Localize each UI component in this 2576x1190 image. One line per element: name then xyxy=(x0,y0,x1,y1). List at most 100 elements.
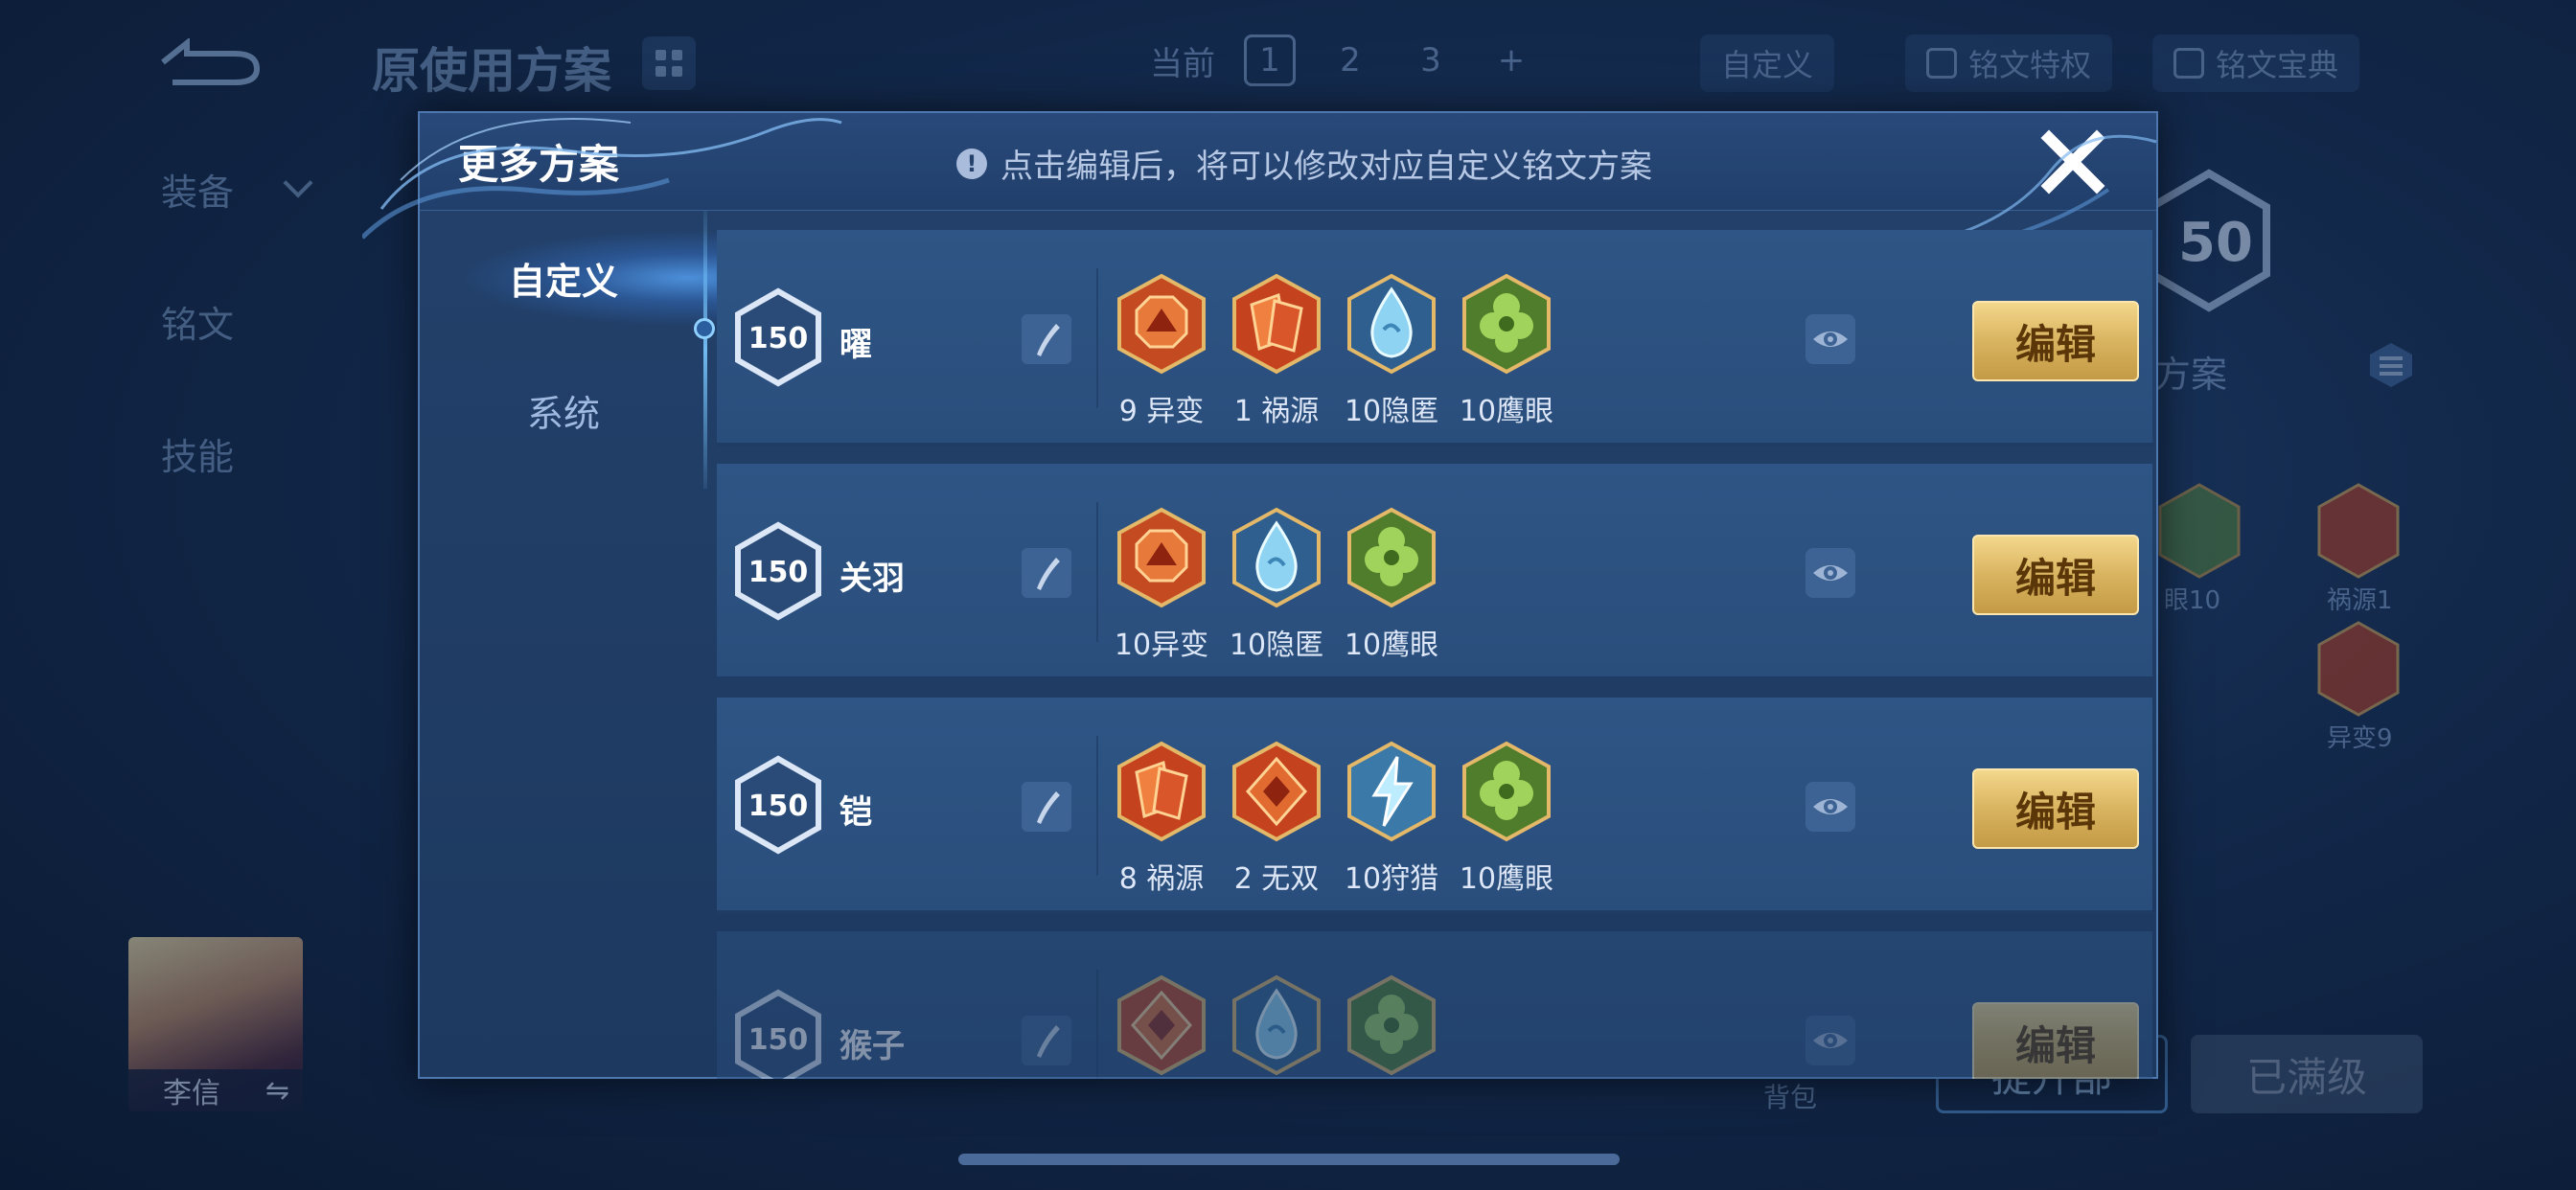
plan-name: 曜 xyxy=(840,326,872,364)
maxed-button: 已满级 xyxy=(2191,1035,2423,1113)
info-icon: ! xyxy=(956,148,987,179)
gem-label: 10隐匿 xyxy=(1229,629,1324,662)
row-divider xyxy=(1096,268,1098,408)
level-hex-icon: 150 xyxy=(735,287,821,387)
inscription-gem[interactable]: 10鹰眼 xyxy=(1460,740,1553,897)
gem-label: 1 祸源 xyxy=(1233,395,1320,428)
plan-name: 猴子 xyxy=(840,1027,905,1065)
inscription-gem[interactable]: 9 异变 xyxy=(1116,272,1208,429)
grid-icon[interactable] xyxy=(642,36,696,90)
menu-equipment[interactable]: 装备 xyxy=(161,163,234,216)
plan-name: 铠 xyxy=(840,793,872,832)
eye-icon[interactable] xyxy=(1806,314,1855,364)
gem-label: 10异变 xyxy=(1114,629,1209,662)
plan-row: 150 关羽 10异变 10隐匿 10鹰眼 编辑 xyxy=(717,464,2152,680)
inscription-gem[interactable] xyxy=(1346,973,1438,1079)
plan-row: 150 猴子 编辑 xyxy=(717,931,2152,1079)
tab-1[interactable]: 1 xyxy=(1244,34,1296,86)
bag-label[interactable]: 背包 xyxy=(1763,1077,1817,1115)
rename-pencil-icon[interactable] xyxy=(1022,548,1071,598)
bg-gem-label-3: 异变9 xyxy=(2327,724,2393,753)
tab-2[interactable]: 2 xyxy=(1324,41,1376,80)
inscription-gem[interactable]: 10鹰眼 xyxy=(1345,506,1438,663)
edit-button[interactable]: 编辑 xyxy=(1972,301,2139,381)
level-hex-icon: 150 xyxy=(735,521,821,621)
privilege-icon xyxy=(1926,48,1957,79)
rename-pencil-icon[interactable] xyxy=(1022,314,1071,364)
blue-drop-gem-icon xyxy=(1230,506,1322,613)
rename-pencil-icon[interactable] xyxy=(1022,782,1071,832)
inscription-gem[interactable] xyxy=(1116,973,1208,1079)
hero-name: 李信 xyxy=(163,1077,220,1110)
eye-icon[interactable] xyxy=(1806,782,1855,832)
level-hex-icon: 150 xyxy=(735,989,821,1079)
back-icon[interactable] xyxy=(153,38,264,86)
blue-bolt-gem-icon xyxy=(1346,740,1438,847)
privilege-button[interactable]: 铭文特权 xyxy=(1905,34,2113,92)
red-diamond-gem-icon xyxy=(1230,740,1322,847)
plan-tabs: 当前 1 2 3 + xyxy=(1150,34,1537,86)
modal-header: 更多方案 ! 点击编辑后，将可以修改对应自定义铭文方案 xyxy=(420,113,2156,211)
close-icon[interactable] xyxy=(2037,126,2108,197)
sidebar-item-custom[interactable]: 自定义 xyxy=(420,230,707,326)
sidebar-item-system[interactable]: 系统 xyxy=(420,362,707,458)
gem-group: 9 异变 1 祸源 10隐匿 10鹰眼 xyxy=(1116,272,1553,429)
plan-name: 关羽 xyxy=(840,560,905,598)
privilege-label: 铭文特权 xyxy=(1968,47,2092,83)
inscription-gem[interactable]: 10隐匿 xyxy=(1345,272,1438,429)
gem-group: 10异变 10隐匿 10鹰眼 xyxy=(1114,506,1438,663)
green-clover-gem-icon xyxy=(1346,973,1438,1079)
plan-row: 150 曜 9 异变 1 祸源 10隐匿 10鹰眼 编辑 xyxy=(717,230,2152,446)
bg-green-gem-icon xyxy=(2158,483,2241,579)
inscription-gem[interactable] xyxy=(1230,973,1322,1079)
bg-gem-label-1: 眼10 xyxy=(2164,586,2221,615)
menu-skills[interactable]: 技能 xyxy=(161,427,234,480)
inscription-gem[interactable]: 10鹰眼 xyxy=(1460,272,1553,429)
add-tab-button[interactable]: + xyxy=(1485,41,1537,80)
codex-button[interactable]: 铭文宝典 xyxy=(2152,34,2360,92)
custom-button[interactable]: 自定义 xyxy=(1700,34,1835,92)
hero-bar: 李信 ⇋ xyxy=(128,1069,303,1111)
bg-red-gem-icon xyxy=(2317,621,2400,717)
eye-icon[interactable] xyxy=(1806,548,1855,598)
inscription-gem[interactable]: 8 祸源 xyxy=(1116,740,1208,897)
eye-icon[interactable] xyxy=(1806,1016,1855,1065)
codex-label: 铭文宝典 xyxy=(2216,47,2339,83)
page-title: 原使用方案 xyxy=(372,43,611,99)
level-value: 150 xyxy=(748,322,809,355)
edit-button[interactable]: 编辑 xyxy=(1972,535,2139,615)
menu-inscription[interactable]: 铭文 xyxy=(161,295,234,348)
inscription-gem[interactable]: 2 无双 xyxy=(1230,740,1322,897)
red-octagon-gem-icon xyxy=(1116,506,1208,613)
inscription-gem[interactable]: 10隐匿 xyxy=(1229,506,1324,663)
modal-title: 更多方案 xyxy=(458,141,620,188)
rename-pencil-icon[interactable] xyxy=(1022,1016,1071,1065)
chevron-down-icon xyxy=(283,168,313,198)
level-hex-icon: 50 xyxy=(2148,169,2270,312)
red-diamond-gem-icon xyxy=(1116,973,1208,1079)
hero-avatar[interactable]: 李信 ⇋ xyxy=(128,937,303,1111)
bg-red-gem-icon xyxy=(2317,483,2400,579)
plan-list[interactable]: 150 曜 9 异变 1 祸源 10隐匿 10鹰眼 编辑 150 关羽 10异变… xyxy=(717,230,2152,1079)
right-level: 50 xyxy=(2178,212,2253,274)
home-indicator[interactable] xyxy=(958,1154,1620,1165)
edit-button[interactable]: 编辑 xyxy=(1972,1002,2139,1079)
list-icon[interactable] xyxy=(2367,341,2415,389)
tab-3[interactable]: 3 xyxy=(1405,41,1457,80)
red-octagon-gem-icon xyxy=(1116,272,1208,379)
inscription-gem[interactable]: 10狩猎 xyxy=(1345,740,1438,897)
current-label: 当前 xyxy=(1150,44,1215,83)
red-cards-gem-icon xyxy=(1116,740,1208,847)
inscription-gem[interactable]: 10异变 xyxy=(1114,506,1209,663)
inscription-gem[interactable]: 1 祸源 xyxy=(1230,272,1322,429)
modal-sidebar: 自定义 系统 xyxy=(420,211,746,1077)
swap-icon[interactable]: ⇋ xyxy=(265,1074,289,1108)
edit-button[interactable]: 编辑 xyxy=(1972,768,2139,849)
bg-gem-label-2: 祸源1 xyxy=(2327,586,2393,615)
gem-label: 8 祸源 xyxy=(1118,862,1205,896)
more-plans-modal: 更多方案 ! 点击编辑后，将可以修改对应自定义铭文方案 自定义 系统 150 曜 xyxy=(362,111,2158,1079)
green-clover-gem-icon xyxy=(1460,740,1552,847)
blue-drop-gem-icon xyxy=(1346,272,1438,379)
blue-drop-gem-icon xyxy=(1230,973,1322,1079)
level-value: 150 xyxy=(748,1023,809,1057)
